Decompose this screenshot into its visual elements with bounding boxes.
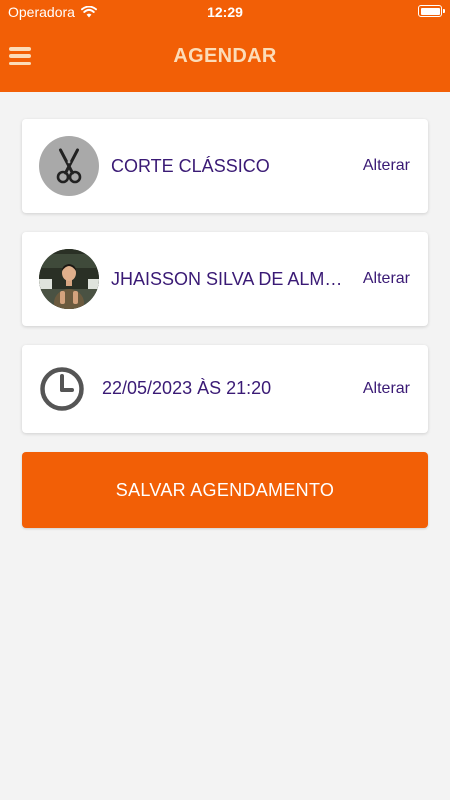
clock-icon [40,367,84,411]
service-name: CORTE CLÁSSICO [111,156,270,176]
change-service-button[interactable]: Alterar [363,157,410,175]
status-bar: Operadora 12:29 [0,0,450,24]
professional-name: JHAISSON SILVA DE ALMEIDA [111,269,351,289]
app-header: Operadora 12:29 AGENDAR [0,0,450,92]
professional-card: JHAISSON SILVA DE ALMEIDA Alterar [22,232,428,326]
page-title: AGENDAR [173,45,277,67]
professional-photo [39,249,99,309]
service-card: CORTE CLÁSSICO Alterar [22,119,428,213]
status-time: 12:29 [207,4,243,20]
service-avatar [39,136,99,196]
scissors-icon [56,148,82,184]
schedule-datetime: 22/05/2023 ÀS 21:20 [102,378,272,398]
battery-icon [418,5,445,17]
save-appointment-button[interactable]: SALVAR AGENDAMENTO [22,452,428,528]
professional-avatar [39,249,99,309]
schedule-card: 22/05/2023 ÀS 21:20 Alterar [22,345,428,433]
change-professional-button[interactable]: Alterar [363,270,410,288]
change-schedule-button[interactable]: Alterar [363,380,410,398]
